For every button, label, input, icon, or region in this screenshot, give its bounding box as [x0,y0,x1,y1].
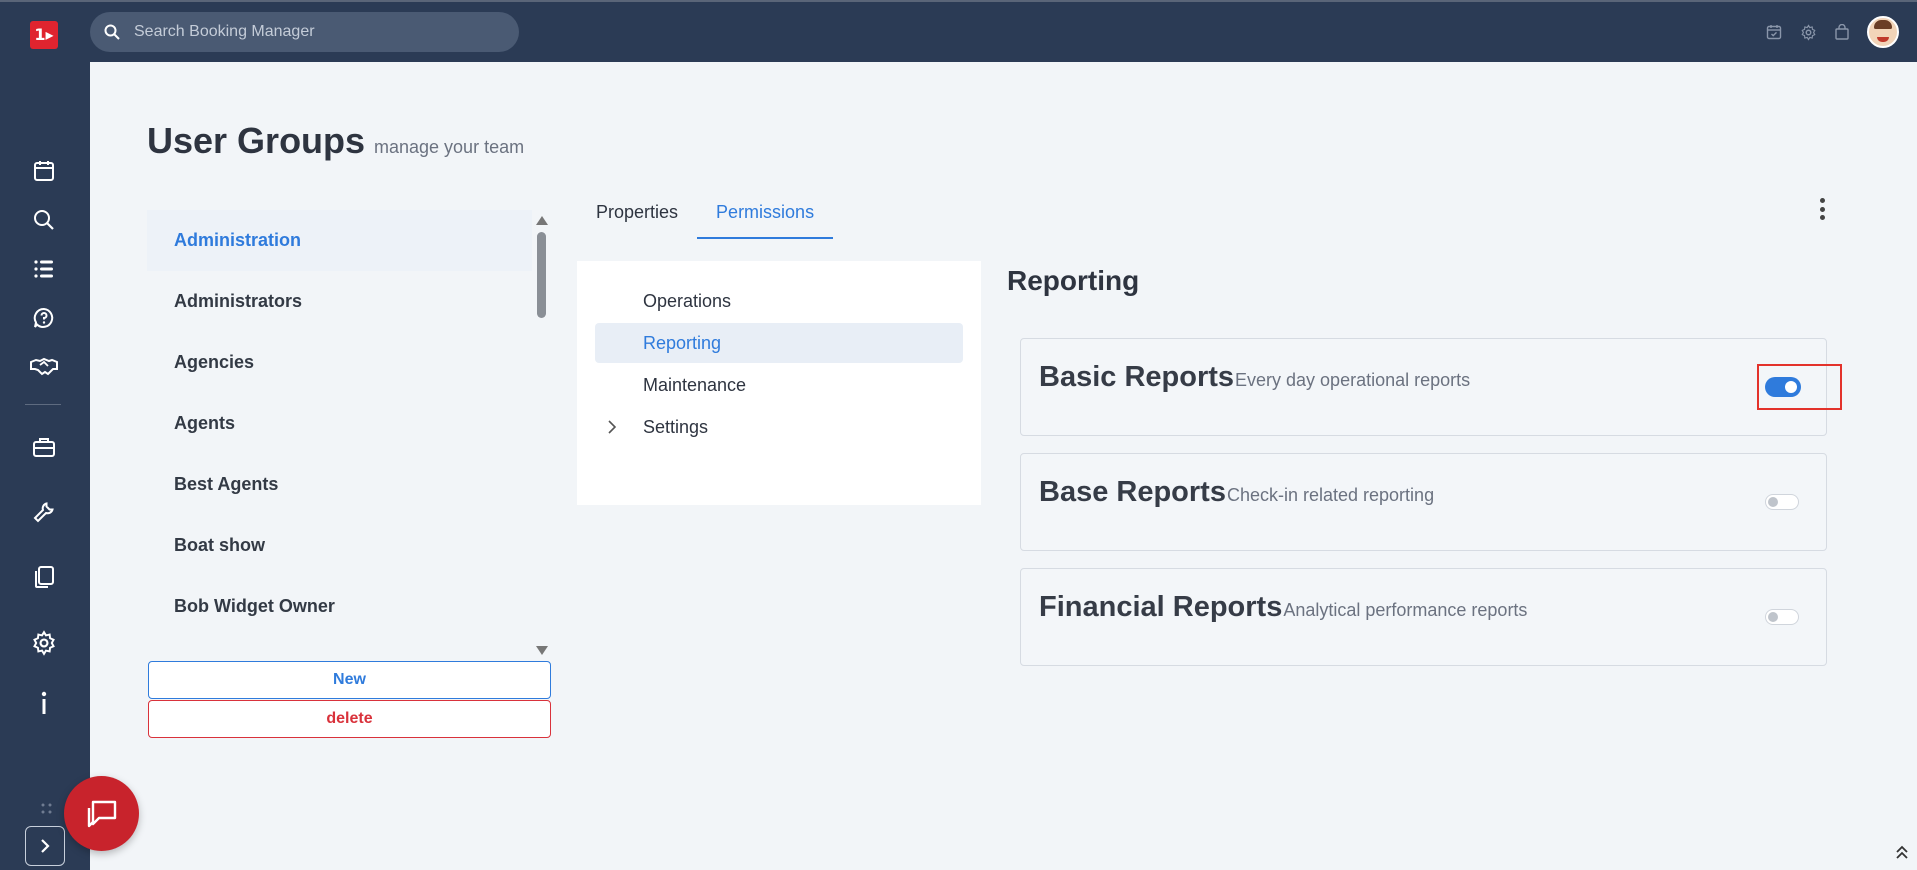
tree-item-label: Settings [643,417,709,437]
card-title: Financial Reports [1039,591,1283,623]
card-title-wrap: Financial ReportsAnalytical performance … [1039,591,1527,624]
tree-item-operations[interactable]: Operations [595,281,963,321]
group-item[interactable]: Best Agents [147,454,532,515]
help-chat-icon[interactable] [29,303,59,333]
shopping-bag-icon[interactable] [1833,23,1851,41]
tree-item-label: Reporting [643,333,722,353]
tree-item-maintenance[interactable]: Maintenance [595,365,963,405]
calendar-icon[interactable] [29,156,59,186]
scroll-to-top-icon[interactable] [1895,844,1909,865]
search-icon[interactable] [29,205,59,235]
search-icon [104,24,120,40]
tab-properties[interactable]: Properties [577,194,697,239]
drag-grip-icon[interactable] [40,802,54,816]
documents-icon[interactable] [29,562,59,592]
user-group-list: Administration Administrators Agencies A… [147,210,532,658]
group-list-scrollbar[interactable] [533,210,549,658]
financial-reports-toggle[interactable] [1765,609,1799,625]
chevron-right-icon[interactable] [607,407,617,447]
permission-card-basic-reports: Basic ReportsEvery day operational repor… [1020,338,1842,436]
chevron-right-icon [41,839,50,853]
scroll-down-arrow-icon[interactable] [536,646,548,655]
group-item[interactable]: Boat show [147,515,532,576]
group-item[interactable]: Agencies [147,332,532,393]
brand-logo[interactable]: 1▸ [30,21,58,49]
page-title: User Groups [147,120,366,161]
tree-item-reporting[interactable]: Reporting [595,323,963,363]
info-icon[interactable] [29,688,59,718]
top-bar: 1▸ [0,0,1917,62]
expand-sidebar-button[interactable] [25,826,65,866]
tree-item-label: Operations [643,291,732,311]
card-description: Every day operational reports [1235,370,1471,390]
list-icon[interactable] [29,254,59,284]
page-subtitle: manage your team [374,137,525,157]
card-description: Check-in related reporting [1226,485,1435,505]
section-title: Reporting [1007,265,1140,296]
gear-icon[interactable] [1799,23,1817,41]
delete-group-button[interactable]: delete [148,700,551,738]
tab-permissions[interactable]: Permissions [697,194,834,239]
wrench-icon[interactable] [29,497,59,527]
user-avatar[interactable] [1867,16,1899,48]
highlight-box [1757,364,1842,410]
left-navigation [0,62,90,870]
handshake-icon[interactable] [29,352,59,382]
briefcase-icon[interactable] [29,432,59,462]
group-item[interactable]: Administration [147,210,532,271]
card-title-wrap: Basic ReportsEvery day operational repor… [1039,361,1470,394]
tree-item-settings[interactable]: Settings [595,407,963,447]
group-item[interactable]: Agents [147,393,532,454]
tree-item-label: Maintenance [643,375,747,395]
permission-card-base-reports: Base ReportsCheck-in related reporting [1020,453,1827,551]
card-description: Analytical performance reports [1283,600,1528,620]
search-input[interactable] [134,23,494,41]
permissions-tree: Operations Reporting Maintenance Setting… [577,261,981,505]
search-box[interactable] [90,12,519,52]
top-icons [1765,16,1899,48]
more-options-icon[interactable] [1816,196,1828,222]
group-item[interactable]: Administrators [147,271,532,332]
detail-tabs: Properties Permissions [577,194,834,239]
card-title-wrap: Base ReportsCheck-in related reporting [1039,476,1434,509]
nav-divider [25,404,61,405]
chat-button[interactable] [64,776,139,851]
card-title: Basic Reports [1039,361,1235,393]
permission-card-financial-reports: Financial ReportsAnalytical performance … [1020,568,1827,666]
card-title: Base Reports [1039,476,1226,508]
calendar-check-icon[interactable] [1765,23,1783,41]
scroll-up-arrow-icon[interactable] [536,216,548,225]
new-group-button[interactable]: New [148,661,551,699]
chat-icon [87,800,116,827]
group-item[interactable]: Bob Widget Owner [147,576,532,637]
scrollbar-thumb[interactable] [537,232,546,318]
gear-icon[interactable] [29,628,59,658]
base-reports-toggle[interactable] [1765,494,1799,510]
